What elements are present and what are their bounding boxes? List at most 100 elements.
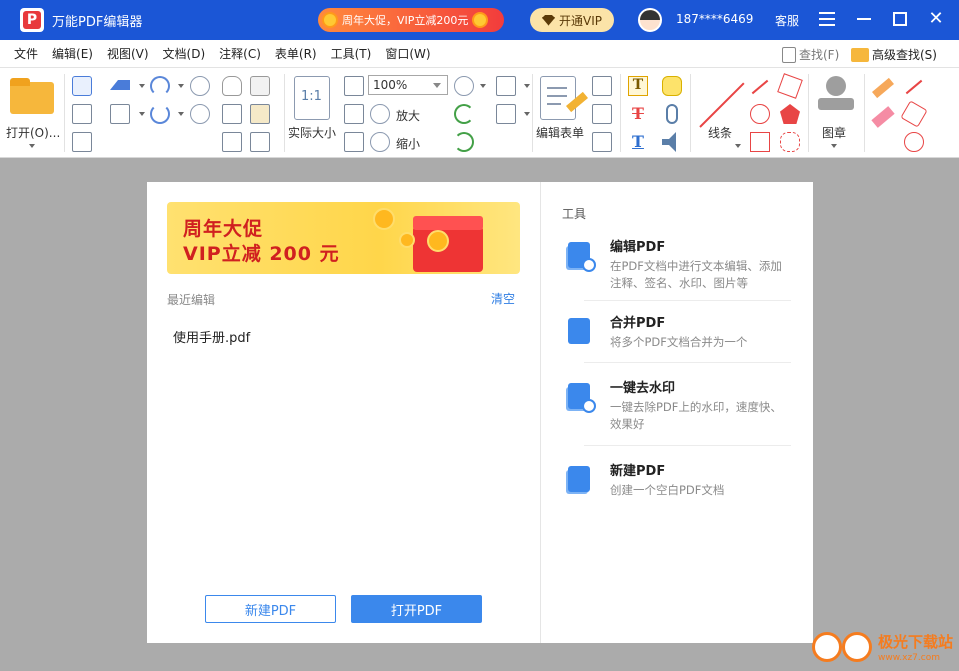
save-icon[interactable]	[72, 76, 92, 96]
polygon-icon[interactable]	[780, 104, 800, 124]
edit-pdf-icon	[566, 242, 596, 272]
zoom-out-label[interactable]: 缩小	[396, 135, 420, 152]
menu-comment[interactable]: 注释(C)	[219, 45, 261, 62]
edit-form-button[interactable]	[540, 76, 576, 120]
zoom-out-icon[interactable]	[370, 132, 390, 152]
recent-file-item[interactable]: 使用手册.pdf	[173, 327, 250, 346]
open-label[interactable]: 打开(O)...	[6, 124, 60, 141]
fit-width-icon[interactable]	[344, 104, 364, 124]
tool-new-pdf[interactable]: 新建PDF 创建一个空白PDF文档	[562, 460, 792, 508]
rotate-right-icon[interactable]	[454, 132, 474, 152]
select-text-icon[interactable]	[222, 104, 242, 124]
clear-recent-link[interactable]: 清空	[491, 290, 515, 307]
scan-icon[interactable]	[110, 80, 130, 90]
tool-desc: 一键去除PDF上的水印，速度快、效果好	[610, 400, 782, 431]
measure-icon[interactable]	[905, 79, 923, 95]
insert-page-icon[interactable]	[496, 104, 516, 124]
open-vip-button[interactable]: 开通VIP	[530, 8, 614, 32]
new-pdf-icon	[566, 466, 594, 494]
prev-page-icon[interactable]	[190, 76, 210, 96]
typewriter-icon[interactable]: T	[628, 76, 648, 96]
menu-tools[interactable]: 工具(T)	[331, 45, 372, 62]
undo-icon[interactable]	[150, 76, 170, 96]
lines-label[interactable]: 线条	[708, 124, 732, 141]
next-page-icon[interactable]	[190, 104, 210, 124]
menu-form[interactable]: 表单(R)	[275, 45, 317, 62]
promo-text: 周年大促，VIP立减200元	[342, 14, 469, 27]
search-label: 查找(F)	[799, 48, 840, 62]
sound-icon[interactable]	[662, 132, 676, 152]
area-icon[interactable]	[900, 100, 928, 128]
advanced-search-button[interactable]: 高级查找(S)	[851, 46, 937, 63]
print-icon[interactable]	[72, 104, 92, 124]
merge-pdf-icon	[566, 318, 594, 346]
new-pdf-button[interactable]: 新建PDF	[205, 595, 336, 623]
rotate-left-icon[interactable]	[454, 104, 474, 124]
menu-icon[interactable]	[818, 10, 836, 28]
promo-banner[interactable]: 周年大促 VIP立减 200 元	[167, 202, 520, 274]
open-button[interactable]	[8, 78, 56, 116]
stamp-button[interactable]	[816, 76, 856, 120]
maximize-icon[interactable]	[891, 10, 909, 28]
advanced-search-label: 高级查找(S)	[872, 48, 937, 62]
tool-merge-pdf[interactable]: 合并PDF 将多个PDF文档合并为一个	[562, 312, 792, 360]
zoom-select[interactable]: 100%	[368, 75, 448, 95]
polyline-icon[interactable]	[777, 73, 803, 99]
paste-icon[interactable]	[250, 104, 270, 124]
menu-view[interactable]: 视图(V)	[107, 45, 149, 62]
menu-document[interactable]: 文档(D)	[163, 45, 206, 62]
zoom-in-icon[interactable]	[370, 104, 390, 124]
menu-window[interactable]: 窗口(W)	[385, 45, 430, 62]
menu-edit[interactable]: 编辑(E)	[52, 45, 93, 62]
app-title: 万能PDF编辑器	[52, 14, 143, 30]
user-phone[interactable]: 187****6469	[676, 12, 753, 26]
tool-remove-watermark[interactable]: 一键去水印 一键去除PDF上的水印，速度快、效果好	[562, 377, 792, 437]
remove-watermark-icon	[566, 383, 596, 413]
note-icon[interactable]	[662, 76, 682, 96]
text-field-icon[interactable]	[592, 76, 612, 96]
promo-banner-button[interactable]: 周年大促，VIP立减200元	[318, 8, 504, 32]
line-icon[interactable]	[699, 82, 745, 128]
recent-label: 最近编辑	[167, 293, 216, 307]
cloud-icon[interactable]	[780, 132, 800, 152]
attachment-icon[interactable]	[666, 104, 678, 124]
tool-edit-pdf[interactable]: 编辑PDF 在PDF文档中进行文本编辑、添加注释、签名、水印、图片等	[562, 236, 792, 296]
actual-size-label[interactable]: 实际大小	[288, 124, 336, 141]
close-icon[interactable]: ✕	[927, 10, 945, 28]
zoom-in-label[interactable]: 放大	[396, 107, 420, 124]
avatar[interactable]	[638, 8, 662, 32]
open-pdf-button[interactable]: 打开PDF	[351, 595, 482, 623]
camera-icon[interactable]	[250, 76, 270, 96]
edit-form-label[interactable]: 编辑表单	[536, 124, 584, 141]
new-doc-icon[interactable]	[110, 104, 130, 124]
minimize-icon[interactable]	[855, 10, 873, 28]
rectangle-icon[interactable]	[750, 132, 770, 152]
text-box-icon[interactable]	[592, 104, 612, 124]
fit-visible-icon[interactable]	[344, 132, 364, 152]
actual-size-icon: 1:1	[301, 89, 322, 104]
search-button[interactable]: 查找(F)	[782, 46, 839, 63]
menu-file[interactable]: 文件	[14, 45, 38, 62]
export-icon[interactable]	[72, 132, 92, 152]
crop-icon[interactable]	[496, 76, 516, 96]
tools-title: 工具	[562, 207, 587, 221]
service-button[interactable]: 客服	[775, 12, 799, 29]
actual-size-button[interactable]: 1:1	[294, 76, 330, 120]
perimeter-icon[interactable]	[904, 132, 924, 152]
highlight-icon[interactable]	[872, 77, 894, 99]
banner-title: 周年大促	[183, 218, 264, 240]
stamp-label[interactable]: 图章	[822, 124, 846, 141]
ellipse-icon[interactable]	[750, 104, 770, 124]
strikeout-icon[interactable]: T	[628, 104, 648, 124]
fit-page-icon[interactable]	[344, 76, 364, 96]
hand-tool-icon[interactable]	[222, 76, 242, 96]
tool-desc: 在PDF文档中进行文本编辑、添加注释、签名、水印、图片等	[610, 259, 782, 290]
snapshot-icon[interactable]	[222, 132, 242, 152]
find-icon[interactable]	[250, 132, 270, 152]
magnifier-icon[interactable]	[454, 76, 474, 96]
redo-icon[interactable]	[150, 104, 170, 124]
eraser-icon[interactable]	[871, 106, 895, 128]
underline-icon[interactable]: T	[628, 132, 648, 152]
arrow-icon[interactable]	[751, 79, 769, 95]
checkbox-field-icon[interactable]	[592, 132, 612, 152]
